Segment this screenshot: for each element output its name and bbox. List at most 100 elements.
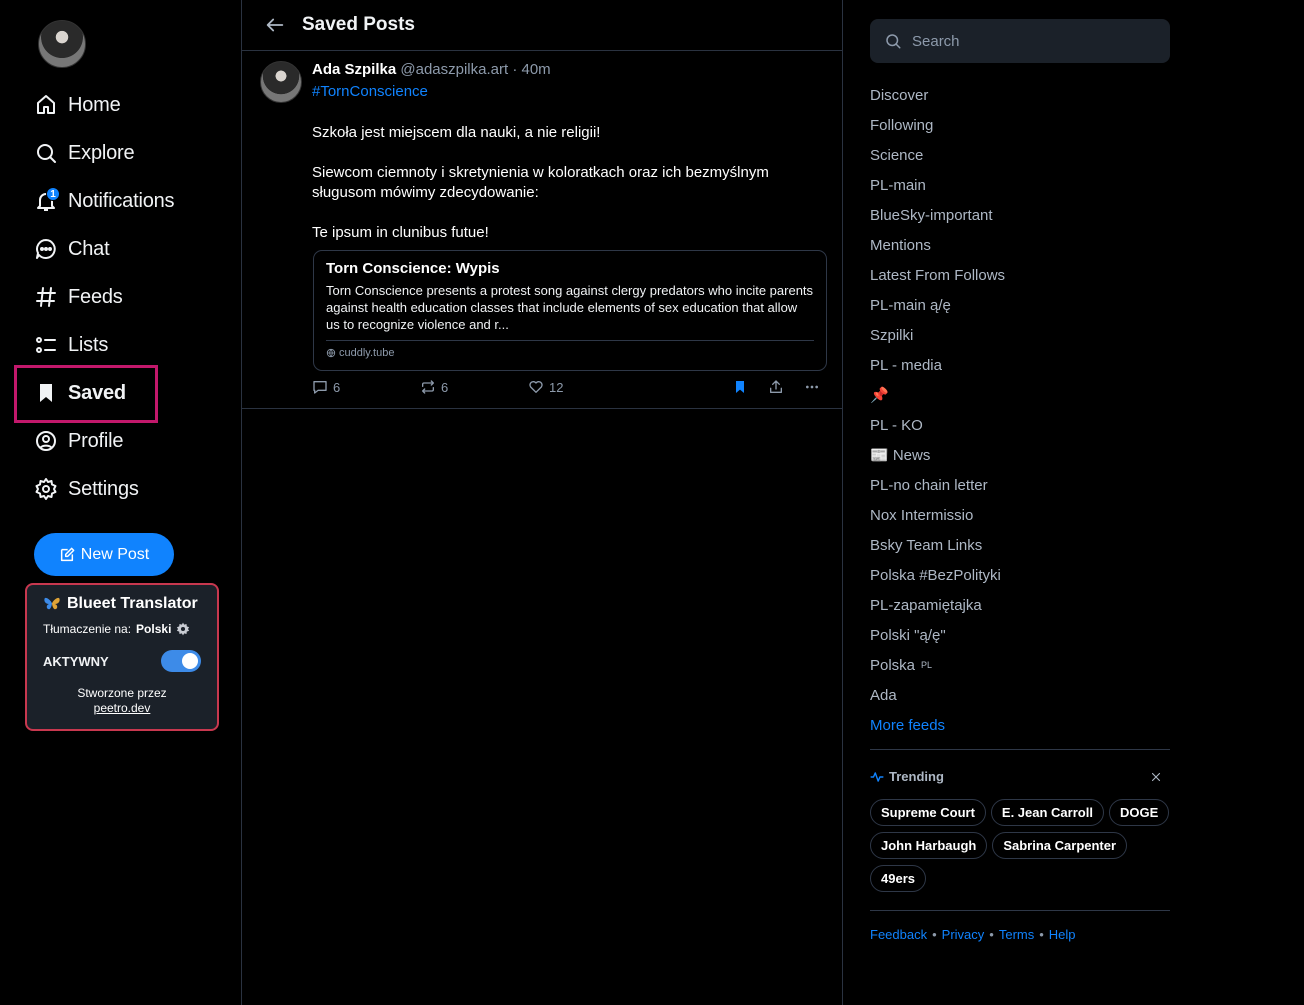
post-time-sep: · — [512, 61, 518, 78]
divider — [870, 910, 1170, 911]
feedback-link[interactable]: Feedback — [870, 927, 927, 942]
gear-icon — [35, 478, 57, 500]
feed-link[interactable]: PL-no chain letter — [870, 470, 1170, 500]
nav-settings[interactable]: Settings — [34, 471, 139, 507]
separator-dot: • — [932, 927, 937, 942]
translator-credit-link[interactable]: peetro.dev — [94, 701, 151, 715]
nav-profile[interactable]: Profile — [34, 423, 123, 459]
bookmark-button[interactable] — [732, 379, 748, 395]
nav-home[interactable]: Home — [34, 87, 121, 123]
chat-icon — [36, 239, 56, 259]
saved-highlight-box — [14, 365, 158, 423]
feed-link[interactable]: Nox Intermissio — [870, 500, 1170, 530]
trending-chip[interactable]: John Harbaugh — [870, 832, 988, 859]
more-feeds-link[interactable]: More feeds — [870, 710, 1170, 740]
repost-button[interactable]: 6 — [420, 379, 448, 395]
feed-link[interactable]: PL-main — [870, 170, 1170, 200]
post-header: Ada Szpilka @adaszpilka.art · 40m — [312, 61, 551, 78]
privacy-link[interactable]: Privacy — [942, 927, 985, 942]
trending-topics: Supreme Court E. Jean Carroll DOGE John … — [870, 799, 1175, 892]
nav-chat[interactable]: Chat — [34, 231, 110, 267]
search-input[interactable] — [912, 32, 1152, 50]
post-actions: 6 6 12 — [312, 379, 826, 399]
notification-badge: 1 — [46, 187, 60, 201]
feed-link-polska[interactable]: Polska PL — [870, 650, 1170, 680]
like-count: 12 — [549, 379, 564, 395]
search-box[interactable] — [870, 19, 1170, 63]
help-link[interactable]: Help — [1049, 927, 1076, 942]
more-options-button[interactable] — [804, 379, 820, 395]
trending-chip[interactable]: DOGE — [1108, 799, 1170, 826]
post-time[interactable]: 40m — [522, 61, 551, 78]
separator-dot: • — [1039, 927, 1044, 942]
repost-count: 6 — [441, 379, 449, 395]
nav-label: Lists — [68, 333, 109, 356]
new-post-label: New Post — [80, 545, 150, 563]
page-header: Saved Posts — [242, 0, 842, 51]
page-title: Saved Posts — [302, 14, 415, 35]
nav-explore[interactable]: Explore — [34, 135, 135, 171]
feed-link[interactable]: Polski "ą/ę" — [870, 620, 1170, 650]
feed-link[interactable]: Latest From Follows — [870, 260, 1170, 290]
feed-link[interactable]: Szpilki — [870, 320, 1170, 350]
feed-link-news[interactable]: 📰 News — [870, 440, 1170, 470]
bell-icon-wrap: 1 — [34, 187, 60, 213]
translator-active-row: AKTYWNY — [43, 650, 201, 672]
nav-notifications[interactable]: 1 Notifications — [34, 183, 175, 219]
trending-title: Trending — [889, 769, 944, 784]
home-icon — [37, 95, 55, 114]
close-icon[interactable] — [1150, 771, 1162, 783]
translator-lang-prefix: Tłumaczenie na: — [43, 622, 132, 636]
reply-button[interactable]: 6 — [312, 379, 340, 395]
repost-icon — [422, 380, 434, 394]
feed-link[interactable]: PL - media — [870, 350, 1170, 380]
new-post-button[interactable]: New Post — [34, 533, 174, 576]
nav-feeds[interactable]: Feeds — [34, 279, 123, 315]
back-arrow-icon[interactable] — [264, 14, 286, 36]
share-button[interactable] — [768, 379, 784, 395]
trending-chip[interactable]: E. Jean Carroll — [990, 799, 1104, 826]
avatar[interactable] — [38, 20, 86, 68]
feed-link[interactable]: Science — [870, 140, 1170, 170]
feed-link[interactable]: BlueSky-important — [870, 200, 1170, 230]
nav-lists[interactable]: Lists — [34, 327, 108, 363]
feed-link[interactable]: Following — [870, 110, 1170, 140]
feed-link[interactable]: Ada — [870, 680, 1170, 710]
feed-link[interactable]: Bsky Team Links — [870, 530, 1170, 560]
feed-link[interactable]: Mentions — [870, 230, 1170, 260]
like-button[interactable]: 12 — [528, 379, 563, 395]
feed-link[interactable]: Discover — [870, 80, 1170, 110]
post[interactable]: Ada Szpilka @adaszpilka.art · 40m #TornC… — [242, 51, 842, 409]
trending-chip[interactable]: Sabrina Carpenter — [992, 832, 1128, 859]
search-icon — [37, 144, 56, 163]
post-author[interactable]: Ada Szpilka — [312, 61, 396, 78]
reply-icon — [313, 381, 327, 394]
post-avatar[interactable] — [260, 61, 302, 103]
nav-label: Chat — [68, 237, 110, 260]
feed-link-pin[interactable]: 📌 — [870, 380, 1170, 410]
post-hashtag[interactable]: #TornConscience — [312, 83, 428, 100]
translator-language: Tłumaczenie na: Polski — [43, 622, 201, 636]
feed-link[interactable]: PL-zapamiętajka — [870, 590, 1170, 620]
post-paragraph: Te ipsum in clunibus futue! — [312, 224, 489, 241]
list-icon — [36, 337, 56, 353]
link-embed[interactable]: Torn Conscience: Wypis Torn Conscience p… — [313, 250, 827, 371]
trending-chip[interactable]: Supreme Court — [870, 799, 986, 826]
post-handle[interactable]: @adaszpilka.art — [400, 61, 508, 78]
post-body: Szkoła jest miejscem dla nauki, a nie re… — [312, 123, 822, 263]
feed-link[interactable]: Polska #BezPolityki — [870, 560, 1170, 590]
heart-icon — [529, 381, 543, 393]
divider — [870, 749, 1170, 750]
feed-link[interactable]: PL-main ą/ę — [870, 290, 1170, 320]
profile-icon — [36, 431, 56, 451]
gear-icon[interactable] — [176, 622, 190, 636]
translator-active-label: AKTYWNY — [43, 653, 109, 669]
terms-link[interactable]: Terms — [999, 927, 1034, 942]
translator-toggle[interactable] — [161, 650, 201, 672]
feed-link[interactable]: PL - KO — [870, 410, 1170, 440]
post-paragraph: Siewcom ciemnoty i skretynienia w kolora… — [312, 164, 769, 201]
trending-title-row: Trending — [870, 769, 944, 784]
feed-label: Polska — [870, 656, 916, 674]
trending-chip[interactable]: 49ers — [870, 865, 926, 892]
nav-label: Explore — [68, 141, 135, 164]
